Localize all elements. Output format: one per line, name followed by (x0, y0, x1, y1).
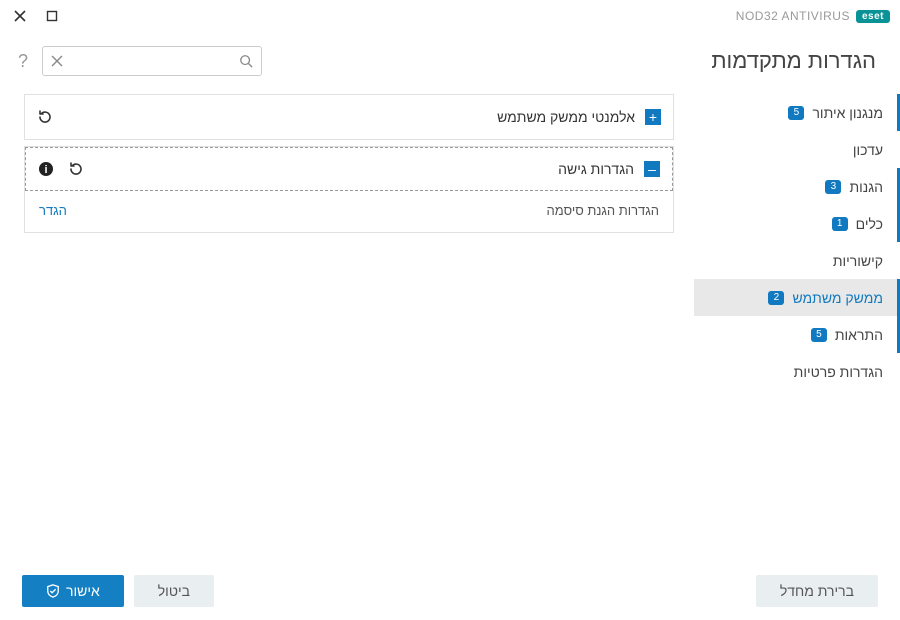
sidebar-item-label: כלים (856, 216, 883, 232)
sidebar-item-label: עדכון (853, 142, 883, 158)
sidebar-badge: 3 (825, 180, 841, 194)
collapse-icon[interactable]: – (644, 161, 660, 177)
revert-icon[interactable] (68, 161, 84, 177)
maximize-icon[interactable] (42, 6, 62, 26)
panel-title: הגדרות גישה (558, 161, 634, 177)
panel-header-ui-elements[interactable]: + אלמנטי ממשק משתמש (25, 95, 673, 139)
sidebar-item-detection-engine[interactable]: מנגנון איתור 5 (694, 94, 900, 131)
footer: ברירת מחדל אישור ביטול (0, 562, 900, 620)
sidebar-item-notifications[interactable]: התראות 5 (694, 316, 900, 353)
search-input-container[interactable] (42, 46, 262, 76)
brand-product: NOD32 ANTIVIRUS (736, 9, 850, 23)
sidebar-item-label: הגנות (849, 179, 883, 195)
sidebar-item-tools[interactable]: כלים 1 (694, 205, 900, 242)
sidebar: מנגנון איתור 5 עדכון הגנות 3 כלים 1 קישו… (694, 86, 900, 586)
panel-access-setup: – הגדרות גישה i הגדרות הגנת סיסמה הגדר (24, 146, 674, 233)
panel-body: הגדרות הגנת סיסמה הגדר (25, 191, 673, 232)
clear-search-icon[interactable] (51, 55, 63, 67)
panel-header-access-setup[interactable]: – הגדרות גישה i (25, 147, 673, 191)
sidebar-item-update[interactable]: עדכון (694, 131, 900, 168)
sidebar-item-label: קישוריות (833, 253, 883, 269)
sidebar-badge: 5 (788, 106, 804, 120)
svg-text:i: i (44, 164, 47, 176)
sidebar-item-connectivity[interactable]: קישוריות (694, 242, 900, 279)
sidebar-item-label: הגדרות פרטיות (794, 364, 883, 380)
cancel-button[interactable]: ביטול (134, 575, 214, 607)
close-icon[interactable] (10, 6, 30, 26)
brand: eset NOD32 ANTIVIRUS (736, 9, 890, 23)
panel-title: אלמנטי ממשק משתמש (497, 109, 635, 125)
sidebar-item-label: מנגנון איתור (812, 105, 883, 121)
sidebar-item-user-interface[interactable]: ממשק משתמש 2 (694, 279, 900, 316)
help-icon[interactable]: ? (18, 51, 28, 72)
brand-badge: eset (856, 10, 890, 23)
sidebar-item-label: ממשק משתמש (792, 290, 883, 306)
revert-icon[interactable] (37, 109, 53, 125)
sidebar-item-protections[interactable]: הגנות 3 (694, 168, 900, 205)
content-area: + אלמנטי ממשק משתמש – הגדרות גישה (0, 86, 694, 586)
expand-icon[interactable]: + (645, 109, 661, 125)
sidebar-item-label: התראות (835, 327, 883, 343)
default-button[interactable]: ברירת מחדל (756, 575, 878, 607)
info-icon[interactable]: i (38, 161, 54, 177)
sidebar-badge: 1 (832, 217, 848, 231)
setting-label: הגדרות הגנת סיסמה (547, 203, 659, 218)
ok-button-label: אישור (66, 583, 100, 599)
search-icon (239, 54, 253, 68)
search-input[interactable] (63, 54, 239, 69)
panel-ui-elements: + אלמנטי ממשק משתמש (24, 94, 674, 140)
shield-icon (46, 584, 60, 598)
ok-button[interactable]: אישור (22, 575, 124, 607)
sidebar-badge: 5 (811, 328, 827, 342)
sidebar-item-privacy[interactable]: הגדרות פרטיות (694, 353, 900, 390)
page-title: הגדרות מתקדמות (711, 48, 876, 74)
sidebar-badge: 2 (768, 291, 784, 305)
setting-action-link[interactable]: הגדר (39, 203, 67, 218)
